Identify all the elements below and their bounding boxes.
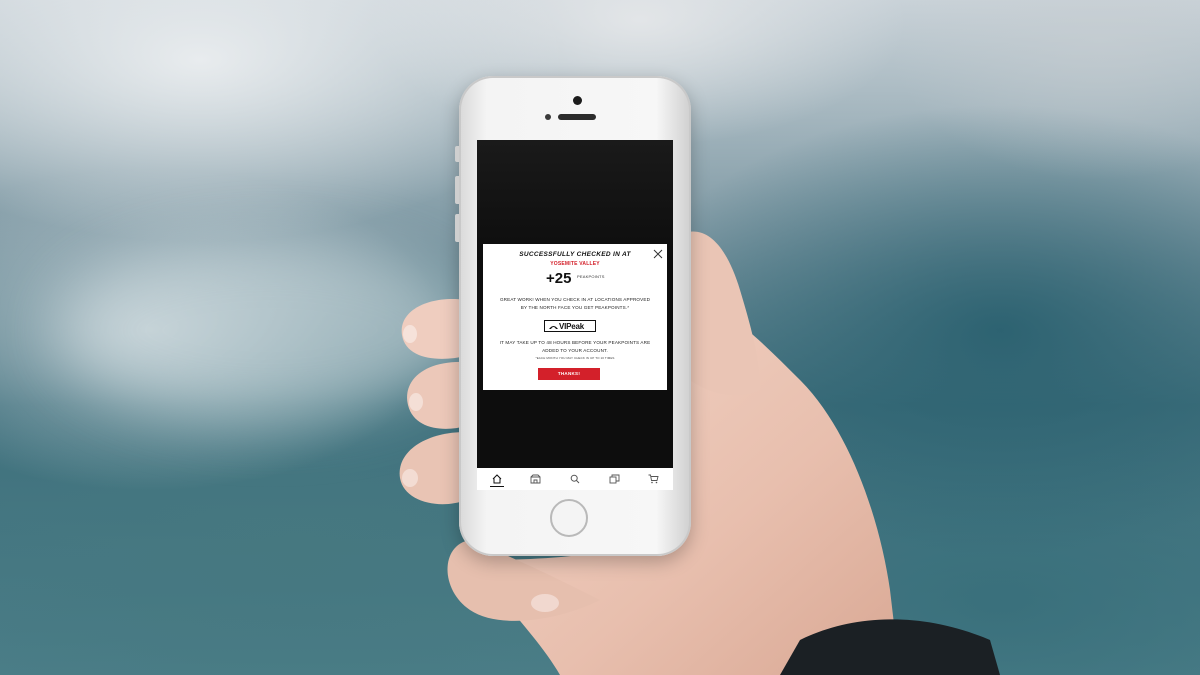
mute-switch bbox=[455, 146, 459, 162]
tab-store[interactable] bbox=[529, 472, 543, 486]
checkin-confirmation-modal: SUCCESSFULLY CHECKED IN AT YOSEMITE VALL… bbox=[483, 244, 667, 390]
cart-icon bbox=[648, 474, 659, 484]
earpiece-speaker bbox=[558, 114, 596, 120]
modal-headline: SUCCESSFULLY CHECKED IN AT bbox=[519, 251, 631, 258]
gallery-icon bbox=[609, 474, 620, 484]
tab-search[interactable] bbox=[568, 472, 582, 486]
points-unit: PEAKPOINTS bbox=[577, 274, 605, 279]
tab-home[interactable] bbox=[489, 472, 504, 487]
volume-up-key bbox=[455, 176, 459, 204]
points-value: +25 bbox=[546, 270, 572, 287]
home-icon bbox=[492, 473, 501, 483]
checkin-fine-print: *EACH MONTH YOU MAY CHECK IN UP TO 10 TI… bbox=[535, 356, 615, 360]
tab-gallery[interactable] bbox=[607, 472, 621, 486]
vipeak-badge: VIPeak bbox=[544, 320, 596, 332]
thanks-button[interactable]: THANKS! bbox=[538, 368, 600, 380]
checkin-message: GREAT WORK! WHEN YOU CHECK IN AT LOCATIO… bbox=[499, 297, 651, 310]
tab-cart[interactable] bbox=[646, 472, 660, 486]
bottom-tab-bar bbox=[477, 468, 673, 490]
front-camera bbox=[573, 96, 582, 105]
smartphone: SUCCESSFULLY CHECKED IN AT YOSEMITE VALL… bbox=[455, 76, 691, 556]
proximity-sensor bbox=[545, 114, 551, 120]
screen-overlay bbox=[477, 140, 673, 260]
store-icon bbox=[530, 474, 541, 484]
volume-down-key bbox=[455, 214, 459, 242]
search-icon bbox=[570, 474, 580, 484]
checkin-location: YOSEMITE VALLEY bbox=[550, 261, 600, 267]
processing-delay-note: IT MAY TAKE UP TO 48 HOURS BEFORE YOUR P… bbox=[499, 340, 651, 353]
brand-logo-icon bbox=[549, 326, 558, 329]
phone-screen: SUCCESSFULLY CHECKED IN AT YOSEMITE VALL… bbox=[477, 140, 673, 490]
vipeak-badge-text: VIPeak bbox=[559, 322, 585, 331]
home-button[interactable] bbox=[550, 499, 588, 537]
